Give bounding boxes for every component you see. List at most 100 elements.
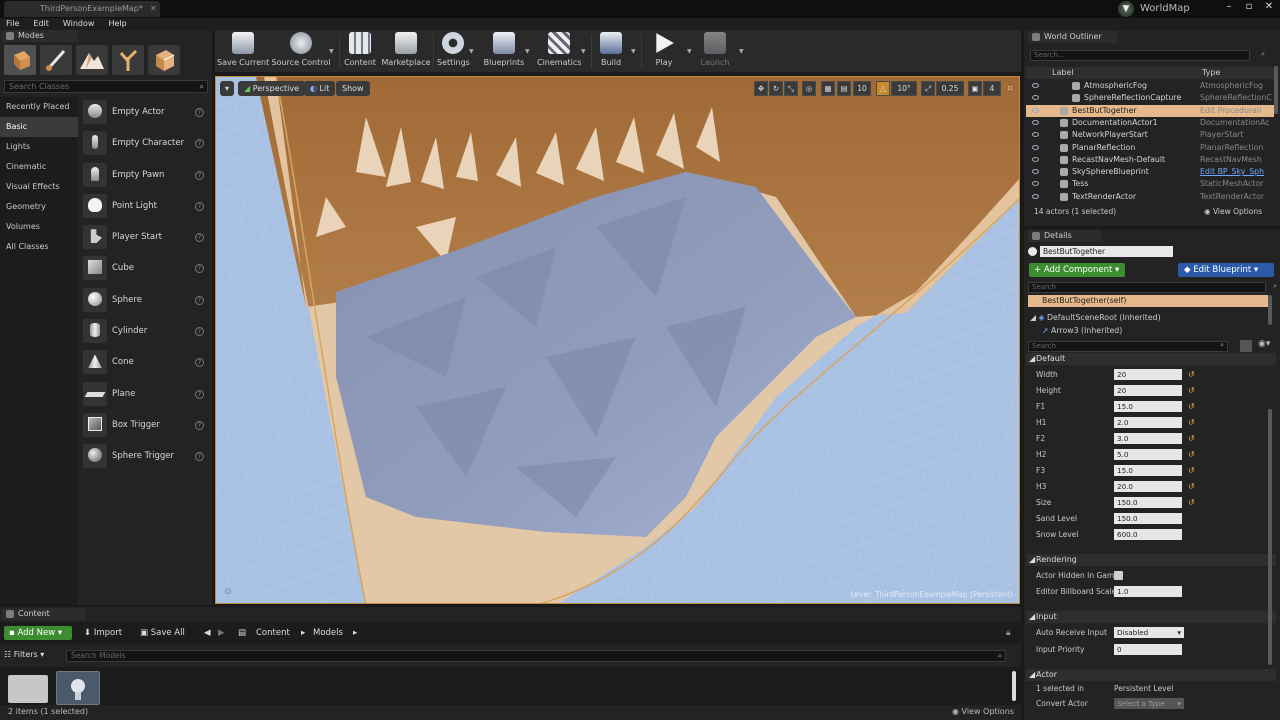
chevron-down-icon[interactable]: ▼ <box>687 48 692 55</box>
outliner-row[interactable]: SphereReflectionCapture SphereReflectionC <box>1026 92 1274 104</box>
blueprints-button[interactable]: Blueprints <box>483 32 525 70</box>
foliage-mode-icon[interactable] <box>112 45 144 75</box>
visibility-eye-icon[interactable] <box>1032 107 1039 113</box>
placeable-cube[interactable]: Cube? <box>80 253 210 284</box>
help-icon[interactable]: ? <box>195 139 204 149</box>
help-icon[interactable]: ? <box>195 201 204 211</box>
input-priority-input[interactable]: 0 <box>1114 644 1182 655</box>
launch-button[interactable]: Launch <box>697 32 733 70</box>
surface-snap-icon[interactable]: ▦ <box>821 81 835 96</box>
prop-value-input[interactable]: 15.0 <box>1114 401 1182 412</box>
prop-value-input[interactable]: 2.0 <box>1114 417 1182 428</box>
chevron-down-icon[interactable]: ▼ <box>631 48 636 55</box>
column-label[interactable]: Label <box>1052 67 1074 79</box>
help-icon[interactable]: ? <box>195 327 204 337</box>
category-recently-placed[interactable]: Recently Placed <box>0 97 78 117</box>
grid-snap-icon[interactable]: ▤ <box>837 81 851 96</box>
visibility-eye-icon[interactable] <box>1032 95 1039 101</box>
outliner-row[interactable]: BestButTogether Edit Procedurali <box>1026 104 1274 117</box>
visibility-eye-icon[interactable] <box>1032 193 1039 199</box>
asset-scrollbar[interactable] <box>1012 671 1016 701</box>
convert-actor-dropdown[interactable]: Select a Type ▾ <box>1114 698 1184 709</box>
forward-icon[interactable]: ▶ <box>218 626 225 640</box>
camera-speed-value[interactable]: 4 <box>983 81 1001 96</box>
prop-value-input[interactable]: 150.0 <box>1114 497 1182 508</box>
source-control-button[interactable]: Source Control <box>271 32 331 70</box>
category-lights[interactable]: Lights <box>0 137 78 157</box>
feedback-icon[interactable]: ▼ <box>1118 1 1134 17</box>
world-space-icon[interactable]: ◎ <box>802 81 816 96</box>
component-default-scene-root[interactable]: ◢ ◈ DefaultSceneRoot (Inherited) <box>1030 313 1161 322</box>
reset-to-default-icon[interactable]: ↺ <box>1188 450 1195 459</box>
scale-icon[interactable]: ⤡ <box>784 81 798 96</box>
outliner-row[interactable]: PlanarReflection PlanarReflection <box>1026 142 1274 154</box>
prop-value-input[interactable]: 20 <box>1114 369 1182 380</box>
content-button[interactable]: Content <box>343 32 377 70</box>
search-models-input[interactable]: Search Models ⌕ <box>66 650 1006 662</box>
view-options-button[interactable]: ◉ View Options <box>952 705 1014 719</box>
placeable-cylinder[interactable]: Cylinder? <box>80 316 210 347</box>
reset-to-default-icon[interactable]: ↺ <box>1188 466 1195 475</box>
help-icon[interactable]: ? <box>195 170 204 180</box>
prop-value-input[interactable]: 150.0 <box>1114 513 1182 524</box>
visibility-eye-icon[interactable] <box>1032 132 1039 138</box>
chevron-down-icon[interactable]: ▼ <box>469 48 474 55</box>
placeable-empty-character[interactable]: Empty Character? <box>80 128 210 159</box>
reset-to-default-icon[interactable]: ↺ <box>1188 386 1195 395</box>
translate-icon[interactable]: ✥ <box>754 81 768 96</box>
maximize-viewport-icon[interactable]: ▫ <box>1004 81 1016 96</box>
geometry-mode-icon[interactable] <box>148 45 180 75</box>
section-default[interactable]: ◢ Default <box>1026 353 1276 365</box>
rotation-snap-icon[interactable]: △ <box>876 81 890 96</box>
category-visual-effects[interactable]: Visual Effects <box>0 177 78 197</box>
menu-edit[interactable]: Edit <box>33 18 49 30</box>
category-volumes[interactable]: Volumes <box>0 217 78 237</box>
search-classes-input[interactable]: Search Classes ⌕ <box>4 80 208 93</box>
property-matrix-icon[interactable] <box>1240 340 1252 352</box>
visibility-eye-icon[interactable] <box>1032 156 1039 162</box>
show-button[interactable]: Show <box>336 81 370 96</box>
map-tab[interactable]: ThirdPersonExampleMap* <box>4 1 160 17</box>
tab-close-icon[interactable]: ✕ <box>150 4 157 13</box>
build-button[interactable]: Build <box>595 32 627 70</box>
reset-to-default-icon[interactable]: ↺ <box>1188 498 1195 507</box>
visibility-eye-icon[interactable] <box>1032 181 1039 187</box>
menu-window[interactable]: Window <box>63 18 95 30</box>
help-icon[interactable]: ? <box>195 108 204 117</box>
help-icon[interactable]: ? <box>195 389 204 399</box>
outliner-row[interactable]: DocumentationActor1 DocumentationAc <box>1026 117 1274 129</box>
viewport-options-icon[interactable]: ▾ <box>220 81 234 96</box>
filters-button[interactable]: ☷ Filters ▾ <box>4 650 44 659</box>
outliner-row[interactable]: SkySphereBlueprint Edit BP_Sky_Sph <box>1026 166 1274 178</box>
outliner-row-type[interactable]: Edit BP_Sky_Sph <box>1200 166 1272 178</box>
outliner-row-type[interactable]: Edit Procedurali <box>1200 105 1272 117</box>
component-scrollbar[interactable] <box>1268 295 1272 325</box>
outliner-row[interactable]: AtmosphericFog AtmosphericFog <box>1026 80 1274 92</box>
reset-to-default-icon[interactable]: ↺ <box>1188 370 1195 379</box>
section-actor[interactable]: ◢ Actor <box>1026 669 1276 681</box>
menu-file[interactable]: File <box>6 18 19 30</box>
outliner-scrollbar[interactable] <box>1274 66 1278 114</box>
grid-snap-value[interactable]: 10 <box>853 81 871 96</box>
marketplace-button[interactable]: Marketplace <box>381 32 431 70</box>
chevron-down-icon[interactable]: ▼ <box>525 48 530 55</box>
landscape-mode-icon[interactable] <box>76 45 108 75</box>
help-icon[interactable]: ? <box>195 358 204 368</box>
placeable-player-start[interactable]: Player Start? <box>80 222 210 253</box>
outliner-view-options-button[interactable]: ◉ View Options <box>1204 207 1262 216</box>
back-icon[interactable]: ◀ <box>204 626 211 640</box>
actor-name-field[interactable]: BestButTogether <box>1040 246 1173 257</box>
place-mode-icon[interactable] <box>4 45 36 75</box>
actor-hidden-checkbox[interactable] <box>1114 571 1123 580</box>
play-button[interactable]: Play <box>647 32 681 70</box>
prop-value-input[interactable]: 3.0 <box>1114 433 1182 444</box>
path-folder-icon[interactable]: ▤ <box>238 626 246 640</box>
prop-value-input[interactable]: 600.0 <box>1114 529 1182 540</box>
component-self[interactable]: BestButTogether(self) <box>1028 295 1268 307</box>
column-type[interactable]: Type <box>1202 67 1220 79</box>
folder-icon[interactable] <box>8 675 48 703</box>
level-viewport[interactable]: ▾ ◢ Perspective ◐ Lit Show ✥ ↻ ⤡ ◎ ▦ ▤ 1… <box>215 76 1020 604</box>
category-all-classes[interactable]: All Classes <box>0 237 78 257</box>
minimize-icon[interactable]: – <box>1222 1 1236 15</box>
details-scrollbar[interactable] <box>1268 409 1272 665</box>
